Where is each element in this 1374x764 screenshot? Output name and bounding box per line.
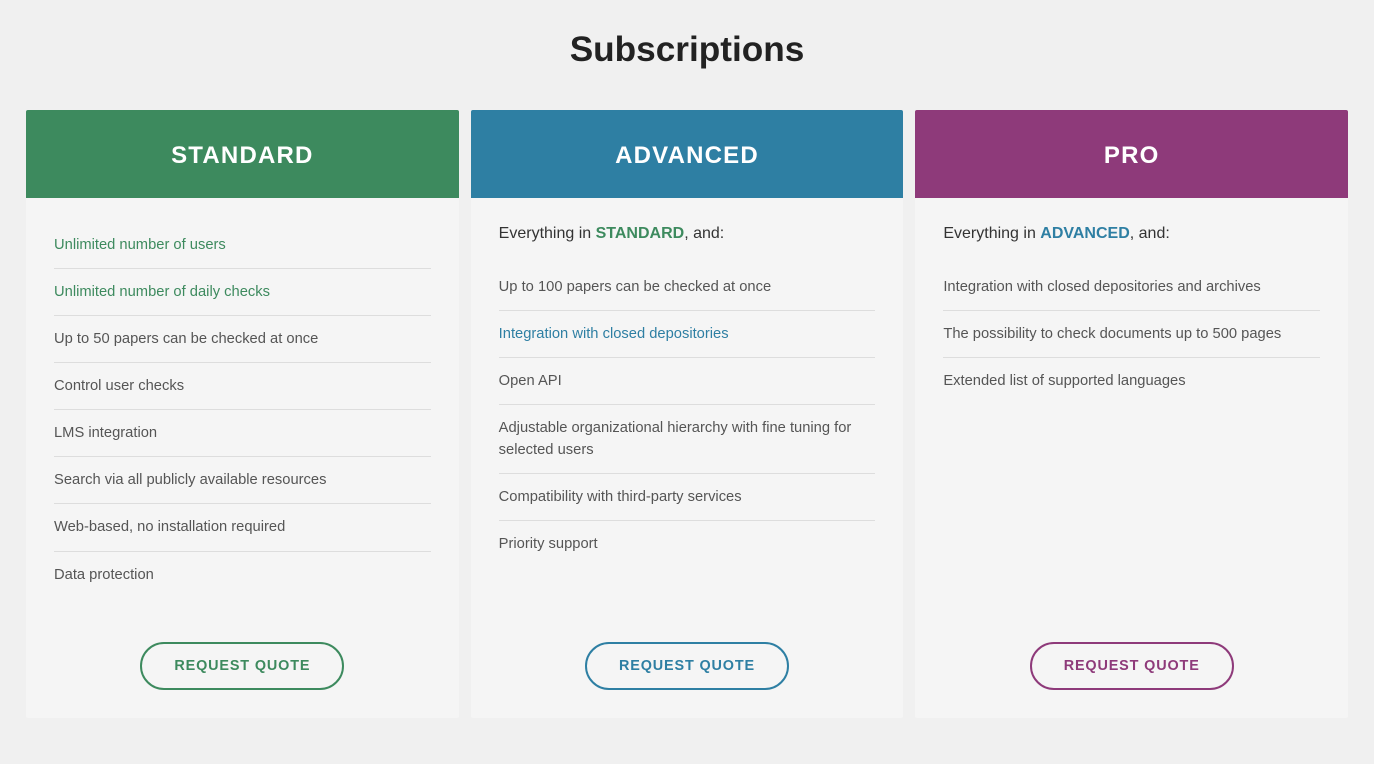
plan-card-advanced: ADVANCED Everything in STANDARD, and: Up t… [471, 110, 904, 718]
feature-list-pro: Integration with closed depositories and… [943, 264, 1320, 598]
plan-header-pro: PRO [915, 110, 1348, 198]
plan-header-advanced: ADVANCED [471, 110, 904, 198]
plan-card-standard: STANDARD Unlimited number of usersUnlimit… [26, 110, 459, 718]
plan-footer-pro: REQUEST QUOTE [915, 618, 1348, 718]
plan-body-pro: Everything in ADVANCED, and: Integration … [915, 198, 1348, 618]
feature-item-standard-6: Web-based, no installation required [54, 504, 431, 551]
plan-title-advanced: ADVANCED [491, 142, 884, 170]
feature-item-advanced-0: Up to 100 papers can be checked at once [499, 264, 876, 311]
feature-list-standard: Unlimited number of usersUnlimited numbe… [54, 222, 431, 598]
feature-item-standard-0: Unlimited number of users [54, 222, 431, 269]
plan-header-standard: STANDARD [26, 110, 459, 198]
feature-item-pro-2: Extended list of supported languages [943, 358, 1320, 404]
plan-intro-advanced: Everything in STANDARD, and: [499, 222, 876, 246]
plan-intro-pro: Everything in ADVANCED, and: [943, 222, 1320, 246]
feature-item-advanced-4: Compatibility with third-party services [499, 474, 876, 521]
feature-item-advanced-1: Integration with closed depositories [499, 311, 876, 358]
plan-title-pro: PRO [935, 142, 1328, 170]
feature-item-standard-5: Search via all publicly available resour… [54, 457, 431, 504]
feature-item-standard-4: LMS integration [54, 410, 431, 457]
feature-item-standard-3: Control user checks [54, 363, 431, 410]
feature-item-standard-2: Up to 50 papers can be checked at once [54, 316, 431, 363]
feature-item-pro-0: Integration with closed depositories and… [943, 264, 1320, 311]
plan-footer-standard: REQUEST QUOTE [26, 618, 459, 718]
plan-title-standard: STANDARD [46, 142, 439, 170]
plans-container: STANDARD Unlimited number of usersUnlimit… [20, 110, 1354, 718]
feature-item-standard-1: Unlimited number of daily checks [54, 269, 431, 316]
feature-item-pro-1: The possibility to check documents up to… [943, 311, 1320, 358]
request-quote-button-standard[interactable]: REQUEST QUOTE [140, 642, 344, 690]
feature-list-advanced: Up to 100 papers can be checked at onceI… [499, 264, 876, 598]
feature-item-advanced-2: Open API [499, 358, 876, 405]
page-title: Subscriptions [570, 30, 805, 70]
feature-item-standard-7: Data protection [54, 552, 431, 598]
plan-body-standard: Unlimited number of usersUnlimited numbe… [26, 198, 459, 618]
plan-body-advanced: Everything in STANDARD, and: Up to 100 pa… [471, 198, 904, 618]
request-quote-button-advanced[interactable]: REQUEST QUOTE [585, 642, 789, 690]
request-quote-button-pro[interactable]: REQUEST QUOTE [1030, 642, 1234, 690]
plan-footer-advanced: REQUEST QUOTE [471, 618, 904, 718]
plan-card-pro: PRO Everything in ADVANCED, and: Integrati… [915, 110, 1348, 718]
feature-item-advanced-3: Adjustable organizational hierarchy with… [499, 405, 876, 474]
feature-item-advanced-5: Priority support [499, 521, 876, 567]
